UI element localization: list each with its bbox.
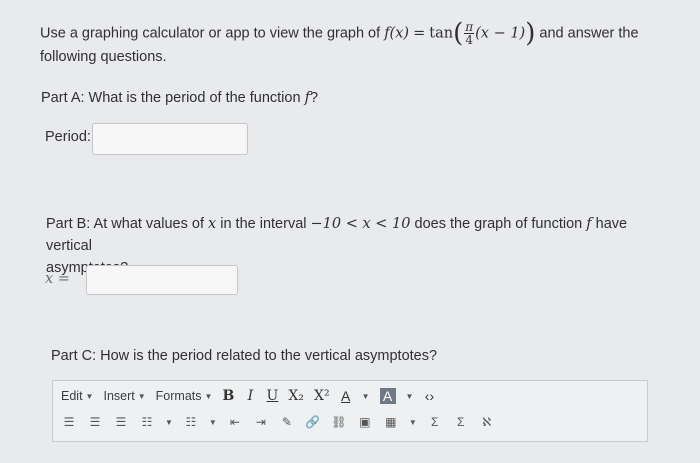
period-input[interactable]	[92, 123, 248, 155]
chevron-down-icon[interactable]: ▼	[409, 418, 417, 427]
bullet-list-icon[interactable]: ☷	[139, 414, 155, 430]
menu-edit[interactable]: Edit ▼	[61, 389, 93, 403]
chevron-down-icon: ▼	[204, 391, 213, 401]
chevron-down-icon[interactable]: ▼	[406, 392, 414, 401]
unlink-icon[interactable]: ⛓	[331, 414, 347, 430]
tan-text: tan	[429, 25, 454, 42]
sum-icon[interactable]: Σ	[453, 414, 469, 430]
x-equals-label: x =	[45, 271, 70, 287]
chevron-down-icon[interactable]: ▼	[362, 392, 370, 401]
outdent-icon[interactable]: ⇤	[227, 414, 243, 430]
align-center-icon[interactable]: ☰	[87, 414, 103, 430]
image-icon[interactable]: ▣	[357, 414, 373, 430]
chevron-down-icon: ▼	[137, 391, 146, 401]
pi-over-four: π4	[464, 20, 475, 47]
bold-button[interactable]: B	[222, 388, 235, 404]
align-right-icon[interactable]: ☰	[113, 414, 129, 430]
ab-icon[interactable]: ℵ	[479, 414, 495, 430]
inner-expression: (x − 1)	[475, 25, 526, 42]
intro-text-after: and answer the	[539, 25, 639, 42]
table-icon[interactable]: ▦	[383, 414, 399, 430]
italic-button[interactable]: I	[244, 388, 256, 404]
chevron-down-icon[interactable]: ▼	[165, 418, 173, 427]
numbered-list-icon[interactable]: ☷	[183, 414, 199, 430]
superscript-button[interactable]: X²	[314, 388, 330, 404]
chevron-down-icon: ▼	[85, 391, 94, 401]
editor-toolbar-row2: ☰ ☰ ☰ ☷ ▼ ☷ ▼ ⇤ ⇥ ✎ 🔗 ⛓ ▣ ▦ ▼ Σ Σ ℵ	[61, 412, 495, 432]
period-label: Period:	[45, 129, 91, 145]
equals-sign: =	[413, 25, 426, 42]
intro-text: Use a graphing calculator or app to view…	[40, 25, 381, 42]
text-color-button[interactable]: A	[340, 388, 352, 404]
menu-formats[interactable]: Formats ▼	[156, 389, 213, 403]
rich-text-editor[interactable]: Edit ▼ Insert ▼ Formats ▼ B I U X₂ X² A ▼ A…	[52, 380, 648, 442]
intro-line2: following questions.	[40, 49, 167, 65]
source-code-button[interactable]: ‹›	[423, 388, 435, 404]
highlight-color-button[interactable]: A	[379, 388, 396, 404]
editor-toolbar-row1: Edit ▼ Insert ▼ Formats ▼ B I U X₂ X² A ▼ A…	[61, 386, 435, 406]
underline-button[interactable]: U	[266, 388, 279, 404]
paint-icon[interactable]: ✎	[279, 414, 295, 430]
link-icon[interactable]: 🔗	[305, 414, 321, 430]
align-left-icon[interactable]: ☰	[61, 414, 77, 430]
question-page: Use a graphing calculator or app to view…	[0, 0, 700, 463]
function-name: f(x)	[384, 25, 410, 42]
chevron-down-icon[interactable]: ▼	[209, 418, 217, 427]
subscript-button[interactable]: X₂	[288, 388, 304, 404]
indent-icon[interactable]: ⇥	[253, 414, 269, 430]
sigma-icon[interactable]: Σ	[427, 414, 443, 430]
menu-insert[interactable]: Insert ▼	[103, 389, 145, 403]
part-c-question: Part C: How is the period related to the…	[51, 348, 438, 364]
part-a-question: Part A: What is the period of the functi…	[41, 90, 319, 106]
question-intro: Use a graphing calculator or app to view…	[40, 18, 639, 66]
asymptotes-input[interactable]	[86, 265, 238, 295]
